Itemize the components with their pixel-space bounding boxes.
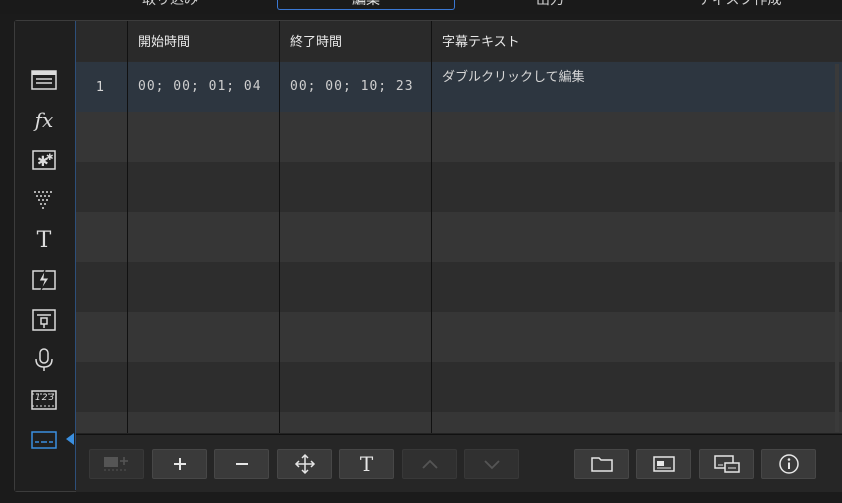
column-divider (431, 21, 432, 433)
subtitle-window-icon (713, 455, 740, 473)
media-room-icon[interactable] (30, 66, 58, 94)
empty-row (76, 412, 842, 433)
subtitle-icon[interactable] (30, 426, 58, 454)
column-divider (279, 21, 280, 433)
audio-mixing-icon[interactable] (30, 306, 58, 334)
minus-icon (235, 463, 248, 465)
fx-icon[interactable]: fx (30, 106, 58, 134)
chevron-up-icon (421, 459, 438, 469)
room-sidebar: fx ✱ ✱ T 123 (15, 21, 75, 491)
transition-icon[interactable] (30, 266, 58, 294)
remove-subtitle-button[interactable] (214, 449, 269, 479)
move-up-button[interactable] (402, 449, 457, 479)
subtitle-text-cell[interactable]: ダブルクリックして編集 (442, 66, 585, 85)
plus-icon (173, 458, 186, 470)
subtitle-position-button[interactable] (636, 449, 691, 479)
move-down-button[interactable] (464, 449, 519, 479)
tab-edit[interactable]: 編集 (277, 0, 455, 10)
empty-row (76, 362, 842, 412)
empty-row (76, 162, 842, 212)
info-icon (778, 454, 799, 474)
screen-subtitle-icon (652, 456, 675, 472)
info-button[interactable] (761, 449, 816, 479)
row-index: 1 (96, 80, 105, 95)
subtitle-toolbar: T (76, 434, 842, 492)
end-time-cell[interactable]: 00; 00; 10; 23 (290, 79, 414, 94)
import-subtitle-button[interactable] (574, 449, 629, 479)
index-column-header (76, 21, 127, 61)
move-icon (294, 453, 315, 475)
column-divider (127, 21, 128, 433)
end-time-column-header[interactable]: 終了時間 (280, 21, 431, 61)
empty-row (76, 212, 842, 262)
subtitle-settings-button[interactable] (699, 449, 754, 479)
chapter-icon[interactable]: 123 (30, 386, 58, 414)
start-time-column-header[interactable]: 開始時間 (128, 21, 279, 61)
vertical-scrollbar[interactable] (835, 64, 839, 432)
tab-produce[interactable]: 出力 (510, 0, 590, 10)
move-subtitle-button[interactable] (277, 449, 332, 479)
folder-icon (590, 457, 613, 472)
top-tab-bar: 取り込み 編集 出力 ディスク作成 (0, 0, 842, 14)
active-room-indicator (66, 433, 74, 445)
particle-icon[interactable] (30, 186, 58, 214)
text-t-icon: T (359, 452, 374, 476)
empty-row (76, 262, 842, 312)
subtitle-text-column-header[interactable]: 字幕テキスト (432, 21, 842, 61)
film-plus-icon (103, 457, 128, 471)
start-time-cell[interactable]: 00; 00; 01; 04 (138, 79, 262, 94)
voice-over-icon[interactable] (30, 346, 58, 374)
table-row[interactable]: 1 00; 00; 01; 04 00; 00; 10; 23 ダブルクリックし… (76, 62, 842, 112)
tab-capture[interactable]: 取り込み (125, 0, 215, 10)
empty-row (76, 112, 842, 162)
tab-disc[interactable]: ディスク作成 (680, 0, 800, 10)
subtitle-table: 開始時間 終了時間 字幕テキスト 1 00; 00; 01; 04 00; 00… (76, 21, 842, 433)
empty-row (76, 312, 842, 362)
title-icon[interactable]: T (30, 226, 58, 254)
text-format-button[interactable]: T (339, 449, 394, 479)
chevron-down-icon (483, 460, 500, 470)
add-subtitle-button[interactable] (152, 449, 207, 479)
add-subtitle-at-position-button[interactable] (89, 449, 144, 479)
pip-objects-icon[interactable]: ✱ ✱ (30, 146, 58, 174)
svg-text:✱: ✱ (46, 153, 54, 163)
